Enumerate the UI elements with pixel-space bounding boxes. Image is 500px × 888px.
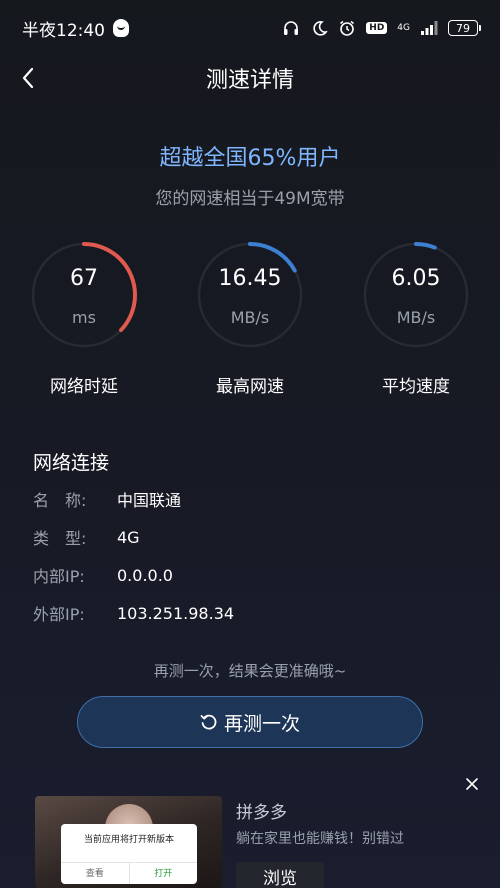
avg-speed-label: 平均速度	[382, 377, 450, 397]
headphones-icon	[284, 21, 299, 35]
ad-browse-button[interactable]: 浏览	[236, 862, 324, 888]
info-value: 0.0.0.0	[117, 565, 173, 585]
status-left: 半夜12:40	[22, 16, 129, 41]
peak-speed-label: 最高网速	[216, 377, 284, 397]
bandwidth-equivalent: 您的网速相当于49M宽带	[155, 189, 345, 209]
avg-speed-value: 6.05	[391, 266, 441, 291]
retest-button-label: 再测一次	[223, 712, 300, 735]
info-key: 外部IP:	[33, 605, 85, 624]
avg-speed-ring	[363, 242, 469, 348]
info-value: 103.251.98.34	[117, 603, 235, 623]
ad-dialog-mockup: 当前应用将打开新版本 查看 打开	[61, 824, 197, 884]
info-row-name: 名 称: 中国联通	[33, 487, 453, 511]
alarm-icon	[340, 20, 355, 36]
info-value: 中国联通	[117, 491, 182, 510]
info-row-external-ip: 外部IP: 103.251.98.34	[33, 601, 453, 625]
signal-icon	[421, 21, 438, 35]
info-row-type: 类 型: 4G	[33, 525, 453, 549]
avg-speed-gauge: 6.05 MB/s	[361, 240, 471, 350]
battery-icon: 79	[448, 20, 481, 36]
back-button[interactable]	[14, 64, 42, 92]
status-right: HD 4G 79	[282, 19, 481, 37]
ad-dialog-ok: 打开	[154, 869, 173, 879]
ad-dialog-text: 当前应用将打开新版本	[83, 835, 174, 845]
battery-level: 79	[456, 21, 470, 35]
status-time: 半夜12:40	[22, 20, 105, 41]
info-key: 类 型:	[33, 529, 87, 548]
gauge-track	[363, 242, 469, 348]
header: 测速详情	[0, 56, 500, 100]
latency-label: 网络时延	[50, 377, 118, 397]
refresh-icon	[200, 714, 217, 730]
close-icon	[466, 778, 478, 790]
ad-dialog-buttons: 查看 打开	[61, 862, 197, 884]
peak-speed-unit: MB/s	[230, 308, 270, 327]
ad-close-button[interactable]	[462, 774, 482, 794]
status-bar: 半夜12:40 HD 4G 79	[0, 0, 500, 56]
latency-unit: ms	[72, 308, 96, 327]
avg-speed-unit: MB/s	[396, 308, 436, 327]
info-key: 内部IP:	[33, 567, 85, 586]
ad-dialog-cancel: 查看	[61, 863, 130, 884]
network-type: 4G	[397, 22, 410, 33]
retest-button[interactable]: 再测一次	[77, 696, 423, 748]
latency-value: 67	[70, 266, 98, 291]
peak-speed-value: 16.45	[218, 266, 282, 291]
latency-ring	[31, 242, 137, 348]
moon-icon	[313, 21, 329, 36]
info-key: 名 称:	[33, 491, 87, 510]
peak-speed-ring	[197, 242, 303, 348]
hd-icon: HD	[366, 22, 388, 34]
retest-hint: 再测一次，结果会更准确哦~	[153, 662, 347, 680]
connection-section-title: 网络连接	[33, 452, 110, 474]
info-row-internal-ip: 内部IP: 0.0.0.0	[33, 563, 453, 587]
rank-headline: 超越全国65%用户	[159, 146, 341, 171]
info-value: 4G	[117, 527, 140, 547]
chevron-left-icon	[22, 67, 34, 89]
ad-brand: 拼多多	[236, 803, 287, 823]
qq-notification-icon	[113, 19, 129, 37]
latency-gauge: 67 ms	[29, 240, 139, 350]
page-title: 测速详情	[205, 68, 294, 93]
ad-image[interactable]: 当前应用将打开新版本 查看 打开	[35, 796, 222, 888]
peak-speed-gauge: 16.45 MB/s	[195, 240, 305, 350]
ad-description: 躺在家里也能赚钱！别错过	[236, 831, 404, 847]
